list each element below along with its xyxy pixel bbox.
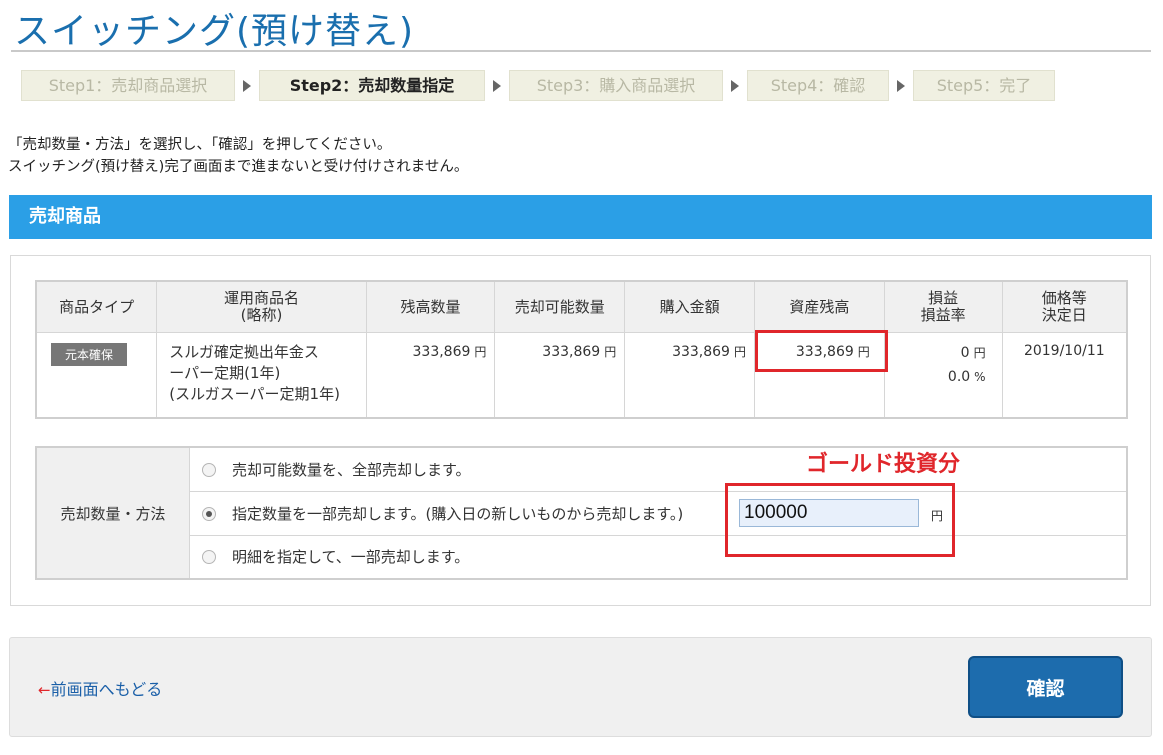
radio-sell-partial[interactable]: [202, 506, 216, 521]
method-option-all[interactable]: 売却可能数量を、全部売却します。: [189, 446, 1128, 492]
step-2-current: Step2：売却数量指定: [259, 70, 485, 101]
cell-price-date: 2019/10/11: [1001, 332, 1128, 418]
method-option-partial[interactable]: 指定数量を一部売却します。(購入日の新しいものから売却します。): [189, 490, 1128, 536]
header-name-sub: (略称): [240, 306, 283, 324]
header-name-line: 運用商品名: [223, 289, 299, 307]
instruction-line-2: スイッチング(預け替え)完了画面まで進まないと受け付けされません。: [8, 159, 469, 175]
product-table: 商品タイプ 運用商品名 (略称) 残高数量 売却可能数量 購入金額 資産残高 損…: [35, 280, 1128, 419]
header-asset-balance: 資産残高: [753, 280, 885, 333]
product-name-line: ーパー定期(1年): [169, 364, 281, 382]
step-3: Step3：購入商品選択: [509, 70, 723, 101]
step-arrow-icon: [731, 80, 739, 92]
cell-asset-balance: 333,869 円: [753, 332, 885, 418]
header-profit-loss: 損益 損益率: [883, 280, 1003, 333]
section-header: 売却商品: [9, 195, 1152, 239]
step-arrow-icon: [493, 80, 501, 92]
yen-unit: 円: [604, 345, 617, 359]
sellable-qty-value: 333,869: [542, 344, 601, 360]
header-balance-qty: 残高数量: [365, 280, 496, 333]
back-link-label[interactable]: 前画面へもどる: [51, 680, 163, 699]
instruction-line-1: 「売却数量・方法」を選択し、「確認」を押してください。: [8, 137, 392, 153]
gold-annotation: ゴールド投資分: [806, 452, 961, 477]
step-arrow-icon: [897, 80, 905, 92]
product-type-badge: 元本確保: [51, 343, 128, 366]
cell-product-type: 元本確保: [35, 332, 158, 418]
radio-sell-all[interactable]: [202, 462, 216, 477]
cell-product-name: スルガ確定拠出年金ス ーパー定期(1年) (スルガスーパー定期1年): [156, 332, 367, 418]
sell-method-table: 売却数量・方法 売却可能数量を、全部売却します。 指定数量を一部売却します。(購…: [35, 446, 1128, 580]
method-row: 指定数量を一部売却します。(購入日の新しいものから売却します。): [36, 490, 1128, 536]
method-row: 売却数量・方法 売却可能数量を、全部売却します。: [35, 446, 1128, 580]
step-arrow-icon: [243, 80, 251, 92]
percent-unit: %: [974, 370, 986, 384]
sell-amount-input[interactable]: [739, 499, 919, 527]
method-row: 明細を指定して、一部売却します。: [36, 534, 1128, 580]
header-price-date: 価格等 決定日: [1001, 280, 1128, 333]
radio-sell-detail[interactable]: [202, 550, 216, 565]
yen-unit: 円: [733, 345, 746, 359]
cell-sellable-qty: 333,869 円: [494, 332, 626, 418]
balance-qty-value: 333,869: [412, 344, 471, 360]
cell-purchase-amount: 333,869 円: [624, 332, 755, 418]
step-5: Step5：完了: [913, 70, 1055, 101]
header-pl-line: 損益: [928, 289, 959, 307]
back-arrow-icon: ←: [38, 681, 51, 699]
sell-product-panel: 商品タイプ 運用商品名 (略称) 残高数量 売却可能数量 購入金額 資産残高 損…: [10, 255, 1151, 606]
option-label-sell-detail[interactable]: 明細を指定して、一部売却します。: [232, 548, 469, 566]
yen-unit: 円: [474, 345, 487, 359]
amount-unit: 円: [931, 509, 944, 523]
product-name-line: スルガ確定拠出年金ス: [169, 343, 319, 361]
yen-unit: 円: [973, 346, 986, 360]
cell-profit-loss: 0円 0.0%: [883, 332, 1003, 418]
option-label-sell-all[interactable]: 売却可能数量を、全部売却します。: [232, 461, 471, 479]
step-4: Step4：確認: [747, 70, 889, 101]
purchase-amount-value: 333,869: [672, 344, 730, 360]
table-row: 元本確保 スルガ確定拠出年金ス ーパー定期(1年) (スルガスーパー定期1年) …: [35, 332, 1128, 418]
asset-balance-value: 333,869: [795, 344, 854, 360]
profit-loss-value: 0: [960, 345, 970, 361]
yen-unit: 円: [857, 345, 870, 359]
header-pl-rate-line: 損益率: [920, 306, 966, 324]
table-header-row: 商品タイプ 運用商品名 (略称) 残高数量 売却可能数量 購入金額 資産残高 損…: [35, 280, 1128, 333]
product-name-short: (スルガスーパー定期1年): [169, 385, 340, 403]
header-date-sub: 決定日: [1041, 306, 1087, 324]
option-label-sell-partial[interactable]: 指定数量を一部売却します。(購入日の新しいものから売却します。): [232, 505, 683, 523]
footer-bar: ←前画面へもどる 確認: [9, 637, 1152, 737]
back-link[interactable]: ←前画面へもどる: [38, 676, 162, 700]
method-label: 売却数量・方法: [35, 446, 190, 580]
method-option-detail[interactable]: 明細を指定して、一部売却します。: [189, 534, 1128, 580]
confirm-button[interactable]: 確認: [968, 656, 1123, 718]
header-purchase-amount: 購入金額: [624, 280, 755, 333]
header-product-name: 運用商品名 (略称): [156, 280, 367, 333]
page-title: スイッチング(預け替え): [14, 11, 415, 52]
instructions: 「売却数量・方法」を選択し、「確認」を押してください。 スイッチング(預け替え)…: [8, 134, 468, 178]
step-1: Step1：売却商品選択: [21, 70, 235, 101]
header-date-line: 価格等: [1041, 289, 1087, 307]
profit-loss-rate-value: 0.0: [947, 369, 971, 385]
header-product-type: 商品タイプ: [35, 280, 158, 333]
cell-balance-qty: 333,869 円: [365, 332, 496, 418]
title-divider: [11, 50, 1151, 52]
header-sellable-qty: 売却可能数量: [494, 280, 626, 333]
